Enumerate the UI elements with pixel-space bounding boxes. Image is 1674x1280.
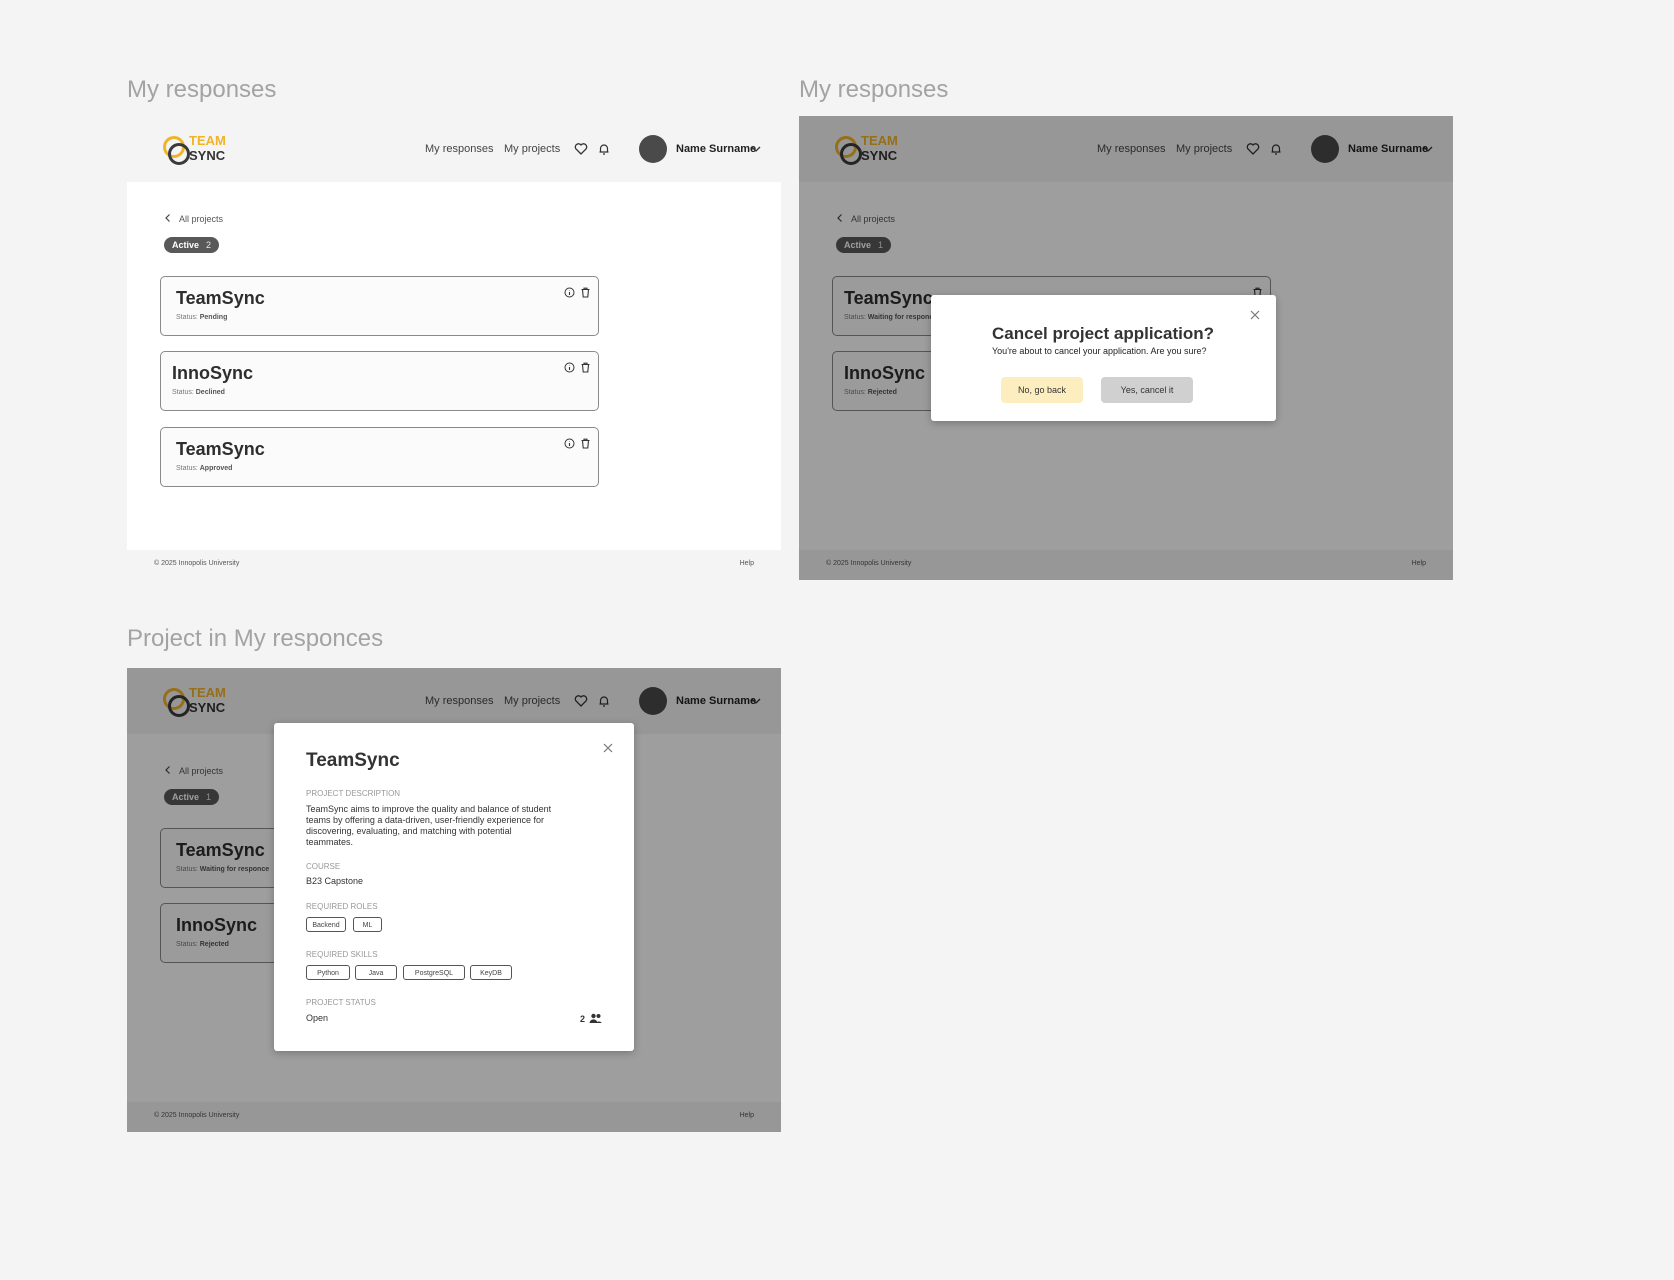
roles-label: REQUIRED ROLES — [306, 902, 378, 911]
yes-cancel-button[interactable]: Yes, cancel it — [1101, 377, 1193, 403]
people-icon — [589, 1013, 602, 1023]
close-icon[interactable] — [1249, 309, 1261, 321]
response-card[interactable]: TeamSync Status: Pending — [160, 276, 599, 336]
logo[interactable]: TEAM SYNC — [163, 132, 229, 166]
my-responses-screen: TEAM SYNC My responses My projects Name … — [127, 116, 781, 580]
info-icon[interactable] — [564, 287, 575, 298]
cancel-application-dialog: Cancel project application? You're about… — [931, 295, 1276, 421]
chevron-down-icon[interactable] — [750, 143, 762, 155]
project-details-dialog: TeamSync PROJECT DESCRIPTION TeamSync ai… — [274, 723, 634, 1051]
card-title: TeamSync — [176, 288, 265, 308]
response-card[interactable]: TeamSync Status: Approved — [160, 427, 599, 487]
bell-icon[interactable] — [597, 142, 611, 156]
skill-chip: KeyDB — [470, 965, 512, 980]
card-title: TeamSync — [176, 439, 265, 459]
cancel-dialog-screen: TEAM SYNC My responses My projects Name … — [799, 116, 1453, 580]
skill-chip: Python — [306, 965, 350, 980]
no-go-back-button[interactable]: No, go back — [1001, 377, 1083, 403]
nav-my-responses[interactable]: My responses — [425, 143, 493, 155]
heart-icon[interactable] — [574, 142, 588, 156]
dialog-title: Cancel project application? — [992, 324, 1214, 343]
project-details-screen: TEAM SYNC My responses My projects Name … — [127, 668, 781, 1132]
project-description: TeamSync aims to improve the quality and… — [306, 804, 552, 847]
dialog-title: TeamSync — [306, 750, 400, 771]
card-status: Status: Pending — [176, 314, 228, 321]
header: TEAM SYNC My responses My projects Name … — [127, 116, 781, 182]
info-icon[interactable] — [564, 362, 575, 373]
skill-chip: PostgreSQL — [403, 965, 465, 980]
course-label: COURSE — [306, 862, 341, 871]
help-link[interactable]: Help — [740, 560, 754, 567]
project-status: Open — [306, 1013, 329, 1023]
copyright: © 2025 Innopolis University — [154, 560, 240, 567]
close-icon[interactable] — [602, 742, 614, 754]
status-label: PROJECT STATUS — [306, 998, 376, 1007]
members-count: 2 — [580, 1013, 602, 1024]
card-status: Status: Declined — [172, 389, 225, 396]
card-status: Status: Approved — [176, 465, 233, 472]
trash-icon[interactable] — [580, 438, 591, 449]
skill-chip: Java — [355, 965, 397, 980]
chevron-left-icon — [163, 213, 173, 223]
footer: © 2025 Innopolis University Help — [127, 550, 781, 580]
frame-title: Project in My responces — [127, 625, 384, 652]
user-name[interactable]: Name Surname — [676, 143, 756, 155]
avatar[interactable] — [639, 135, 667, 163]
role-chip: Backend — [306, 917, 346, 932]
response-card[interactable]: InnoSync Status: Declined — [160, 351, 599, 411]
dialog-message: You're about to cancel your application.… — [992, 346, 1207, 356]
role-chip: ML — [353, 917, 382, 932]
card-title: InnoSync — [172, 363, 254, 383]
trash-icon[interactable] — [580, 287, 591, 298]
frame-title: My responses — [799, 76, 949, 103]
course-value: B23 Capstone — [306, 876, 364, 886]
frame-title: My responses — [127, 76, 277, 103]
info-icon[interactable] — [564, 438, 575, 449]
trash-icon[interactable] — [580, 362, 591, 373]
status-badge[interactable]: Active 2 — [164, 237, 220, 253]
back-link[interactable]: All projects — [163, 213, 223, 224]
nav-my-projects[interactable]: My projects — [504, 143, 560, 155]
skills-label: REQUIRED SKILLS — [306, 950, 378, 959]
description-label: PROJECT DESCRIPTION — [306, 789, 401, 798]
